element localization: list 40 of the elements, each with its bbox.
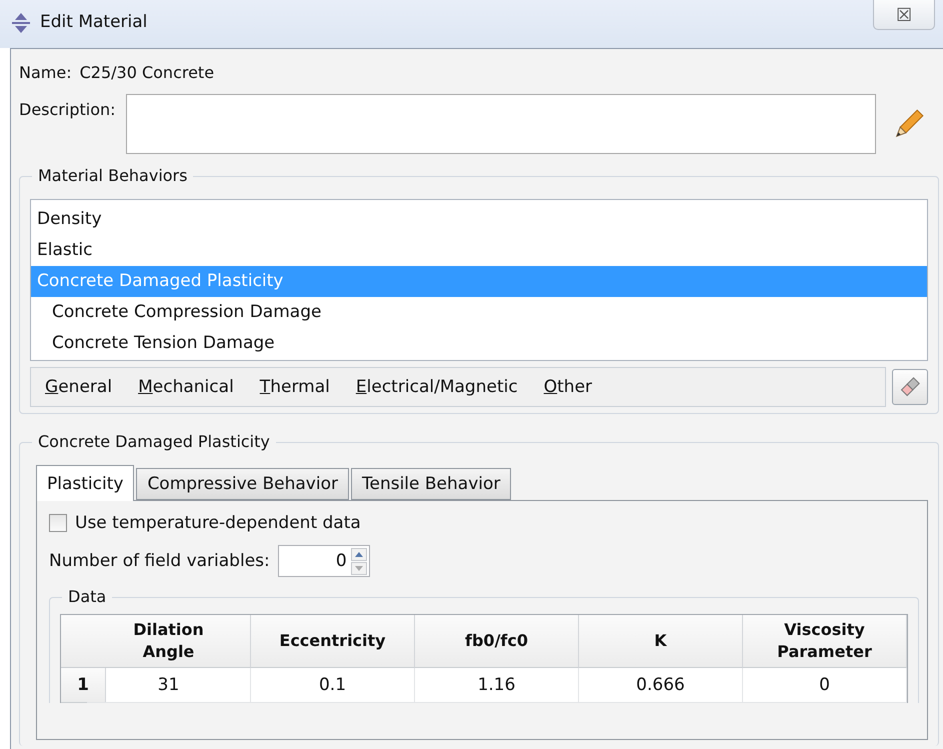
down-arrow-icon	[354, 566, 363, 570]
row-number: 1	[61, 668, 106, 703]
close-button[interactable]: ☒	[873, 0, 935, 30]
tab[interactable]: Tensile Behavior	[350, 468, 512, 500]
up-arrow-icon	[354, 552, 363, 556]
behavior-item[interactable]: Density	[31, 204, 927, 235]
column-header: fb0/fc0	[415, 615, 579, 668]
column-header: Viscosity Parameter	[743, 615, 907, 668]
window-title: Edit Material	[40, 12, 148, 32]
menu-item[interactable]: Electrical/Magnetic	[356, 377, 518, 397]
menu-item[interactable]: Mechanical	[138, 377, 234, 397]
column-header: Eccentricity	[251, 615, 415, 668]
menu-item[interactable]: General	[45, 377, 112, 397]
tab[interactable]: Plasticity	[36, 465, 134, 501]
down-arrow-button[interactable]	[350, 562, 367, 574]
name-value: C25/30 Concrete	[80, 63, 214, 82]
field-variables-label: Number of field variables:	[49, 551, 270, 571]
table-cell: 0	[743, 668, 907, 703]
menu-item[interactable]: Thermal	[260, 377, 330, 397]
group-title: Concrete Damaged Plasticity	[32, 432, 276, 451]
table-cell: 0.1	[251, 668, 415, 703]
checkbox-label: Use temperature-dependent data	[75, 513, 361, 533]
table-cell: 31	[87, 668, 251, 703]
eraser-button[interactable]	[892, 369, 928, 405]
spin-field[interactable]: 0	[278, 545, 370, 577]
behavior-item[interactable]: Elastic	[31, 235, 927, 266]
name-label: Name:	[19, 63, 72, 82]
checkbox[interactable]	[49, 514, 67, 532]
eraser-icon	[899, 376, 921, 398]
menu-item[interactable]: Other	[544, 377, 592, 397]
description-field[interactable]	[126, 94, 876, 154]
behavior-item[interactable]: Concrete Compression Damage	[31, 297, 927, 328]
app-icon	[10, 12, 32, 34]
table-cell: 1.16	[415, 668, 579, 703]
up-arrow-button[interactable]	[350, 548, 367, 560]
table-cell: 0.666	[579, 668, 743, 703]
tab[interactable]: Compressive Behavior	[136, 468, 349, 500]
column-header: K	[579, 615, 743, 668]
description-label: Description:	[19, 100, 116, 119]
behavior-item[interactable]: Concrete Tension Damage	[31, 328, 927, 359]
